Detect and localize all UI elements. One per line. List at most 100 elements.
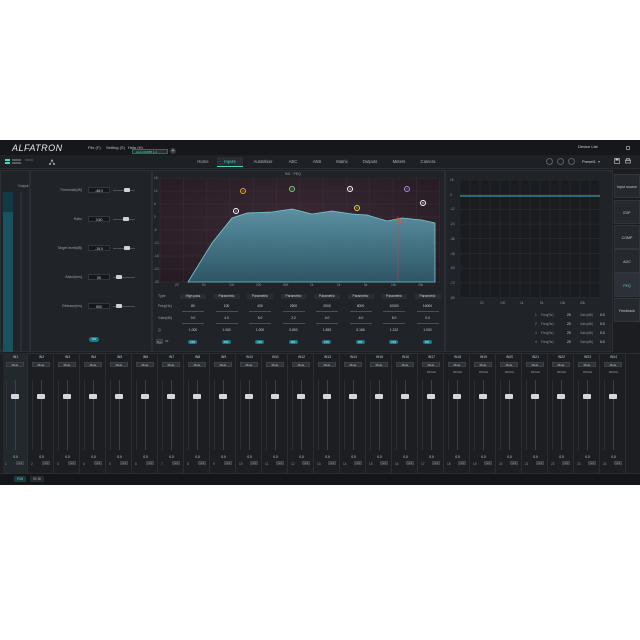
eq-band-q-5[interactable]: 1.893 [314,328,340,332]
eq-band-on-5[interactable]: ON [322,340,331,344]
eq-band-type-3[interactable]: Parametric [247,294,273,299]
eq-band-gain-slider[interactable] [383,323,405,324]
eq-band-gain-slider[interactable] [249,323,271,324]
channel-link-button[interactable]: Link [198,461,206,465]
eq-band-on-2[interactable]: ON [221,340,231,344]
feedback-freq-value[interactable]: 20 [567,340,571,344]
module-button-exp[interactable]: EXP [614,200,640,224]
channel-fader[interactable] [323,394,331,399]
channel-link-button[interactable]: Link [354,461,362,465]
channel-link-button[interactable]: Link [146,461,154,465]
eq-band-gain-6[interactable]: -6.0 [348,316,374,320]
channel-mute-button[interactable]: Mute [500,362,518,367]
channel-mute-button[interactable]: Mute [448,362,466,367]
eq-band-freq-slider[interactable] [182,311,204,312]
eq-band-freq-1[interactable]: 80 [180,304,206,308]
param-slider-knob[interactable] [123,246,130,250]
module-button-comp[interactable]: COMP [614,225,640,249]
eq-band-gain-slider[interactable] [215,323,238,324]
eq-band-q-3[interactable]: 1.000 [247,328,273,332]
param-value-field[interactable]: -48.0 [88,187,110,193]
channel-link-button[interactable]: Link [380,461,388,465]
eq-band-on-7[interactable]: ON [389,340,398,344]
network-icon[interactable] [49,159,55,165]
eq-band-gain-slider[interactable] [416,323,439,324]
module-button-agc[interactable]: AGC [614,249,640,273]
eq-band-freq-slider[interactable] [383,311,405,312]
feedback-freq-value[interactable]: 20 [567,322,571,326]
eq-band-freq-slider[interactable] [282,311,305,312]
eq-band-q-1[interactable]: 1.000 [180,328,206,332]
feedback-gain-value[interactable]: 0.0 [600,322,605,326]
channel-mute-button[interactable]: Mute [422,362,440,367]
channel-fader[interactable] [219,394,227,399]
feedback-gain-value[interactable]: 0.0 [600,313,605,317]
tab-camera[interactable]: Camera [414,157,442,166]
eq-band-on-8[interactable]: ON [422,340,432,344]
param-value-field[interactable]: 3.50 [88,216,110,222]
module-button-feedback[interactable]: Feedback [614,298,640,322]
eq-band-marker-4[interactable]: 4 [347,186,353,192]
eq-band-type-7[interactable]: Parametric [381,294,407,299]
channel-fader[interactable] [167,394,175,399]
channel-fader[interactable] [141,394,149,399]
eq-band-freq-7[interactable]: 10000 [381,304,407,308]
channel-link-button[interactable]: Link [484,461,492,465]
channel-link-button[interactable]: Link [406,461,414,465]
channel-mute-button[interactable]: Mute [318,362,336,367]
channel-link-button[interactable]: Link [614,461,622,465]
channel-fader[interactable] [427,394,435,399]
eq-band-marker-5[interactable]: 5 [354,205,360,211]
bypass-button[interactable]: Byp [156,339,163,344]
eq-band-q-6[interactable]: 0.166 [348,328,374,332]
param-slider-knob[interactable] [115,275,122,279]
channel-mute-button[interactable]: Mute [604,362,622,367]
save-icon[interactable] [614,158,620,164]
channel-fader[interactable] [37,394,45,399]
add-device-icon[interactable]: + [170,148,176,154]
eq-band-gain-slider[interactable] [316,323,338,324]
eq-band-marker-6[interactable]: 6 [395,218,401,224]
status-tab-pan[interactable]: PAN [14,476,26,482]
channel-link-button[interactable]: Link [458,461,466,465]
channel-mute-button[interactable]: Mute [552,362,570,367]
eq-band-marker-8[interactable]: 8 [420,200,426,206]
eq-band-freq-3[interactable]: 400 [247,304,273,308]
channel-link-button[interactable]: Link [562,461,570,465]
eq-band-gain-7[interactable]: 5.0 [381,316,407,320]
param-slider-knob[interactable] [123,188,130,192]
eq-band-gain-slider[interactable] [349,323,372,324]
channel-fader[interactable] [271,394,279,399]
eq-band-freq-4[interactable]: 2500 [281,304,307,308]
eq-band-marker-2[interactable]: 2 [240,188,246,194]
eq-band-on-3[interactable]: ON [255,340,264,344]
eq-band-freq-slider[interactable] [249,311,271,312]
restore-icon[interactable] [626,146,630,150]
tab-aec[interactable]: AEC [282,157,304,166]
eq-band-type-2[interactable]: Parametric [213,294,240,299]
eq-band-freq-8[interactable]: 16000 [415,304,441,308]
channel-mute-button[interactable]: Mute [214,362,232,367]
eq-band-type-5[interactable]: Parametric [314,294,340,299]
eq-band-on-1[interactable]: ON [188,340,197,344]
eq-band-q-7[interactable]: 1.212 [381,328,407,332]
eq-band-marker-3[interactable]: 3 [289,186,295,192]
eq-band-freq-5[interactable]: 2000 [314,304,340,308]
channel-link-button[interactable]: Link [94,461,102,465]
channel-link-button[interactable]: Link [250,461,258,465]
tab-inputs[interactable]: Inputs [217,157,243,167]
channel-link-button[interactable]: Link [172,461,180,465]
tab-automixer[interactable]: AutoMixer [246,157,280,166]
phantom-power-toggle[interactable]: 48Volts [525,370,546,374]
dynamics-on-button[interactable]: ON [89,337,99,342]
param-value-field[interactable]: -15.0 [88,245,110,251]
phantom-power-toggle[interactable]: 48Volts [473,370,494,374]
module-button-input-source[interactable]: Input source [614,174,640,198]
channel-link-button[interactable]: Link [276,461,284,465]
channel-link-button[interactable]: Link [68,461,76,465]
eq-band-freq-2[interactable]: 100 [214,304,240,308]
eq-band-freq-slider[interactable] [215,311,238,312]
channel-link-button[interactable]: Link [120,461,128,465]
channel-link-button[interactable]: Link [302,461,310,465]
module-button-peq[interactable]: PEQ [614,273,640,297]
